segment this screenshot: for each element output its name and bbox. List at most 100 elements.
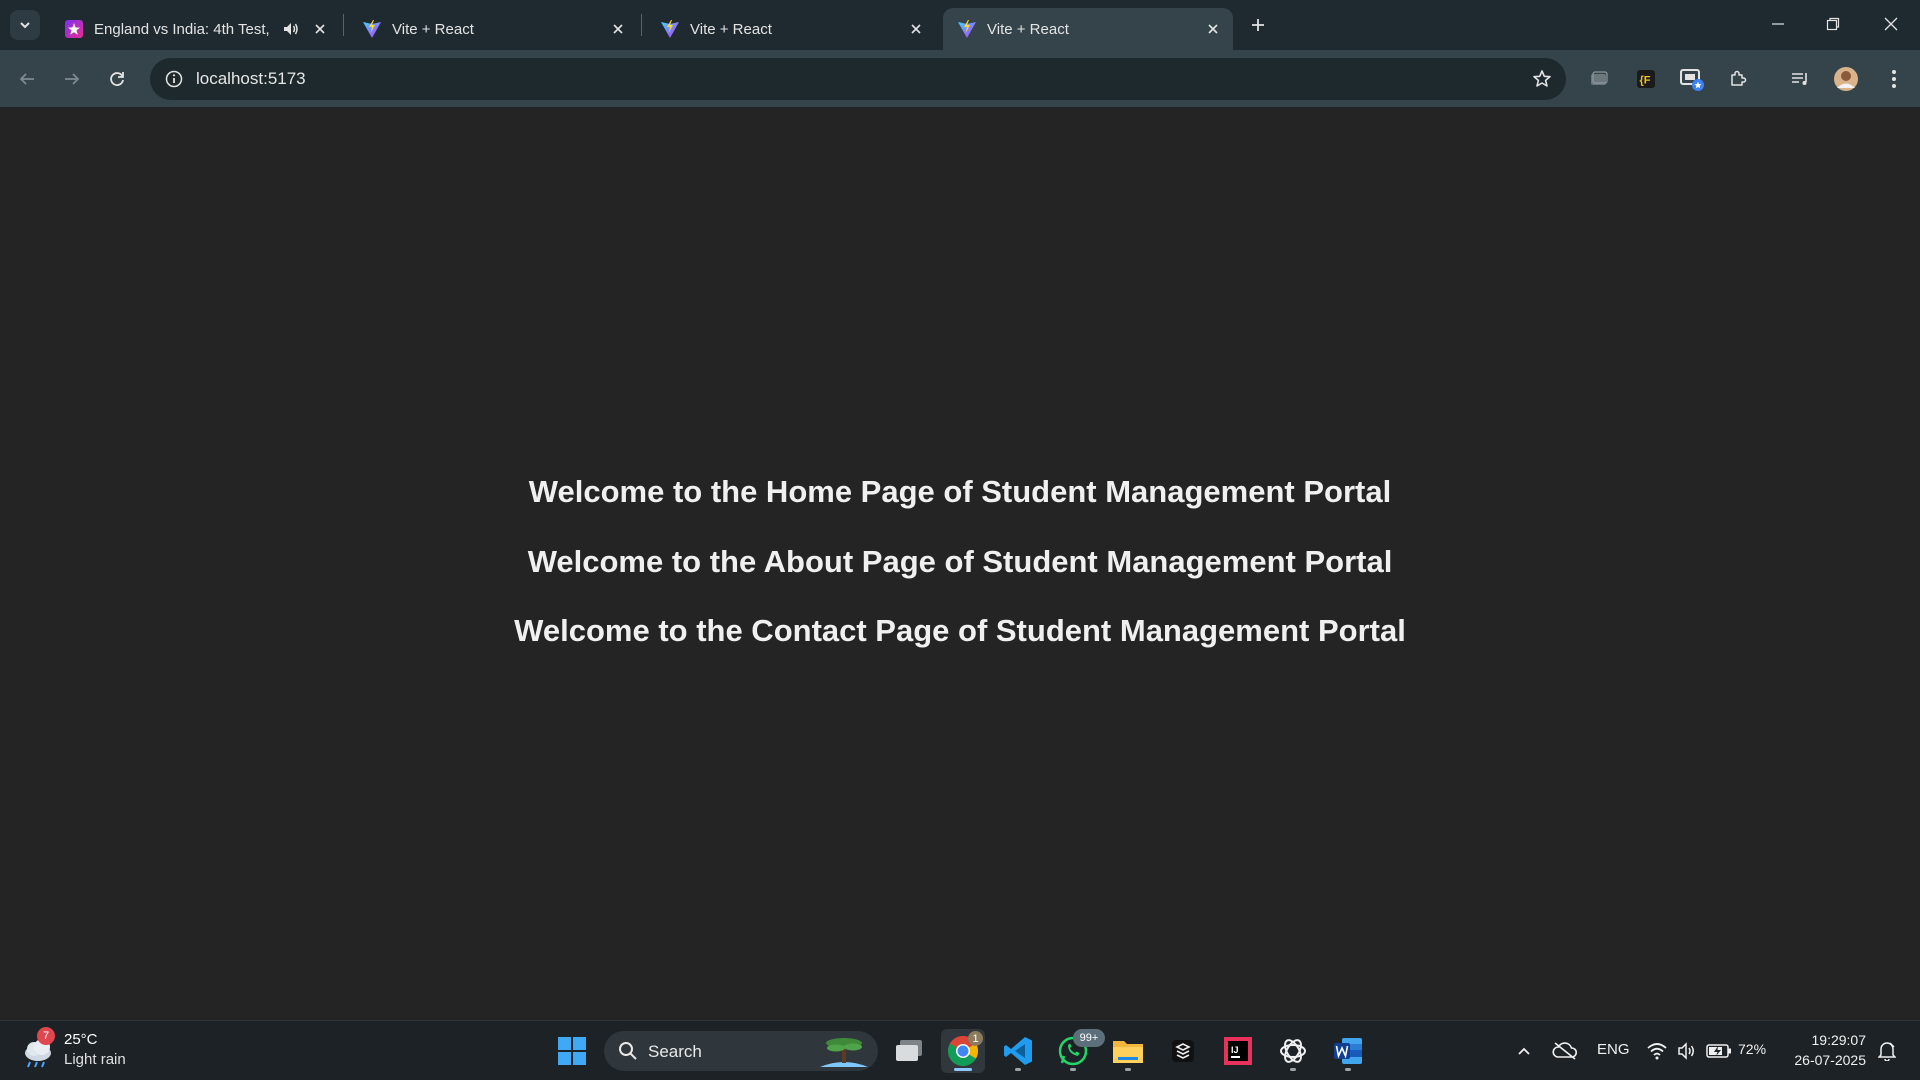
- puzzle-icon: [1731, 70, 1747, 86]
- browser-toolbar: localhost:5173 {F: [0, 50, 1920, 140]
- speaker-icon[interactable]: [282, 20, 300, 38]
- battery-charging-icon: [1706, 1044, 1731, 1058]
- whatsapp-unread-badge: 99+: [1073, 1029, 1105, 1047]
- vite-favicon: [661, 20, 679, 38]
- taskbar-search[interactable]: Search: [604, 1031, 878, 1071]
- windows-taskbar: 7 25°C Light rain Search 1 99+ IJ ENG 72…: [0, 1020, 1920, 1080]
- chrome-badge: 1: [968, 1031, 983, 1046]
- show-hidden-icons-button[interactable]: [1502, 1029, 1546, 1073]
- taskbar-vscode[interactable]: [996, 1029, 1040, 1073]
- chatgpt-icon: [1280, 1039, 1306, 1063]
- taskbar-word[interactable]: [1326, 1029, 1370, 1073]
- weather-alert-badge: 7: [37, 1027, 55, 1045]
- search-highlight-tree-icon: [820, 1038, 868, 1067]
- extension-button[interactable]: [1678, 65, 1706, 93]
- close-window-button[interactable]: [1868, 6, 1914, 42]
- close-icon: [1208, 24, 1218, 34]
- tab-title: England vs India: 4th Test, D: [94, 20, 272, 38]
- arrow-left-icon: [19, 73, 34, 85]
- extension-button[interactable]: [1585, 65, 1613, 93]
- tab-vite-react-2[interactable]: Vite + React: [646, 8, 936, 50]
- tab-title: Vite + React: [690, 20, 772, 38]
- extension-button[interactable]: {F: [1632, 65, 1660, 93]
- svg-text:IJ: IJ: [1231, 1045, 1239, 1055]
- vscode-icon: [1004, 1037, 1032, 1065]
- intellij-icon: IJ: [1224, 1037, 1252, 1065]
- address-bar[interactable]: localhost:5173: [150, 58, 1566, 100]
- site-info-button[interactable]: [162, 67, 186, 91]
- task-view-icon: [896, 1040, 922, 1061]
- close-icon: [1884, 17, 1898, 31]
- wifi-icon: [1647, 1043, 1667, 1060]
- vite-favicon: [363, 20, 381, 38]
- tab-close-button[interactable]: [906, 19, 926, 39]
- running-indicator: [954, 1068, 972, 1071]
- page-viewport: Welcome to the Home Page of Student Mana…: [0, 108, 1920, 1020]
- avatar: [1834, 67, 1858, 91]
- url-text[interactable]: localhost:5173: [196, 69, 306, 89]
- clock-time: 19:29:07: [1811, 1032, 1867, 1048]
- wifi-tray-icon[interactable]: [1642, 1029, 1672, 1073]
- close-icon: [613, 24, 623, 34]
- weather-widget[interactable]: 7 25°C Light rain: [20, 1027, 160, 1073]
- weather-condition: Light rain: [64, 1051, 126, 1068]
- minimize-icon: [1772, 23, 1784, 25]
- info-icon: [165, 70, 183, 88]
- chevron-down-icon: [20, 22, 30, 29]
- taskbar-file-explorer[interactable]: [1106, 1029, 1150, 1073]
- back-button[interactable]: [12, 64, 42, 94]
- taskbar-whatsapp[interactable]: 99+: [1051, 1029, 1105, 1073]
- tab-separator: [343, 14, 344, 36]
- taskbar-chrome[interactable]: 1: [941, 1029, 985, 1073]
- plus-icon: [1252, 19, 1264, 31]
- system-clock[interactable]: 19:29:07 26-07-2025: [1794, 1030, 1866, 1070]
- tab-search-button[interactable]: [10, 10, 40, 40]
- cloud-offline-icon: [1552, 1042, 1578, 1060]
- minimize-button[interactable]: [1755, 6, 1801, 42]
- formatter-extension-icon: {F: [1637, 70, 1655, 88]
- home-heading: Welcome to the Home Page of Student Mana…: [528, 474, 1392, 509]
- bookmark-button[interactable]: [1530, 67, 1554, 91]
- start-button[interactable]: [550, 1029, 594, 1073]
- media-controls-button[interactable]: [1786, 65, 1814, 93]
- about-heading: Welcome to the About Page of Student Man…: [527, 544, 1393, 579]
- search-label: Search: [648, 1042, 702, 1061]
- svg-text:{F: {F: [1640, 75, 1651, 87]
- tab-vite-react-1[interactable]: Vite + React: [348, 8, 638, 50]
- forward-button[interactable]: [57, 64, 87, 94]
- tab-close-button[interactable]: [608, 19, 628, 39]
- profile-button[interactable]: [1832, 65, 1860, 93]
- tab-close-button[interactable]: [310, 19, 330, 39]
- volume-tray-icon[interactable]: [1672, 1029, 1702, 1073]
- battery-percentage: 72%: [1738, 1041, 1767, 1057]
- taskbar-chatgpt[interactable]: [1271, 1029, 1315, 1073]
- notification-bell-icon: [1878, 1042, 1896, 1061]
- task-view-button[interactable]: [887, 1029, 931, 1073]
- taskbar-roblox-app[interactable]: [1161, 1029, 1205, 1073]
- extensions-menu-button[interactable]: [1724, 65, 1752, 93]
- reload-button[interactable]: [102, 64, 132, 94]
- tab-separator: [641, 14, 642, 36]
- contact-heading: Welcome to the Contact Page of Student M…: [514, 613, 1406, 648]
- tab-england-vs-india[interactable]: England vs India: 4th Test, D: [50, 8, 340, 50]
- dark-app-icon: [1172, 1040, 1194, 1062]
- browser-menu-button[interactable]: [1880, 65, 1908, 93]
- running-indicator: [1345, 1068, 1351, 1071]
- running-indicator: [1070, 1068, 1076, 1071]
- close-icon: [911, 24, 921, 34]
- new-tab-button[interactable]: [1245, 12, 1271, 38]
- browser-tab-strip: England vs India: 4th Test, D Vite + Rea…: [0, 0, 1920, 50]
- running-indicator: [1125, 1068, 1131, 1071]
- battery-tray-icon[interactable]: [1704, 1029, 1734, 1073]
- tab-vite-react-active[interactable]: Vite + React: [943, 8, 1233, 50]
- tab-title: Vite + React: [392, 20, 474, 38]
- onedrive-tray-icon[interactable]: [1543, 1029, 1587, 1073]
- sports-favicon: [65, 20, 83, 38]
- taskbar-intellij[interactable]: IJ: [1216, 1029, 1260, 1073]
- tab-close-button[interactable]: [1203, 19, 1223, 39]
- restore-button[interactable]: [1810, 6, 1856, 42]
- language-indicator[interactable]: ENG: [1597, 1041, 1630, 1058]
- search-icon: [619, 1042, 637, 1060]
- vite-favicon: [958, 20, 976, 38]
- notifications-button[interactable]: [1872, 1029, 1902, 1073]
